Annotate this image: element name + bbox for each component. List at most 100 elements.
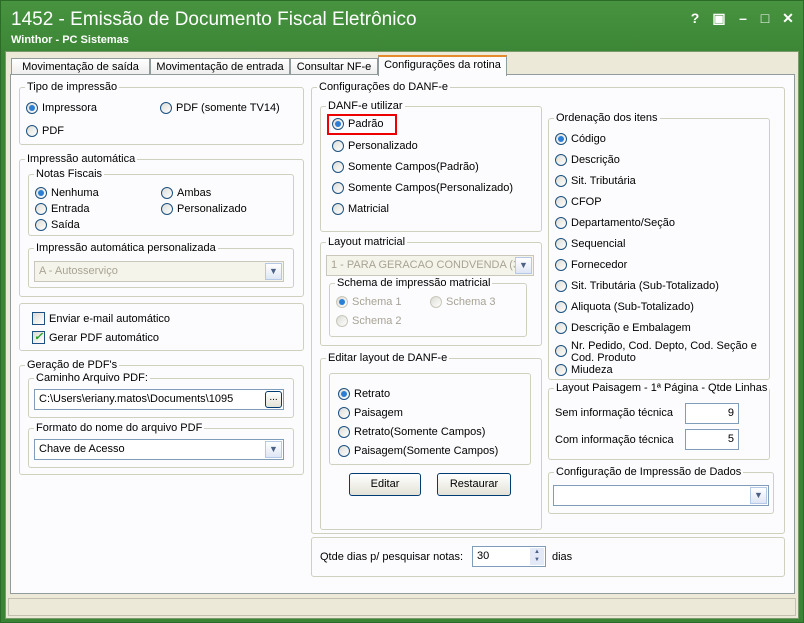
radio-ord-aliquota-subtotal[interactable]: Aliquota (Sub-Totalizado) (555, 301, 694, 313)
radio-padrao[interactable]: Padrão (332, 118, 383, 130)
radio-off-icon (332, 182, 344, 194)
radio-label: Código (571, 133, 606, 145)
radio-off-icon (555, 196, 567, 208)
radio-ord-fornecedor[interactable]: Fornecedor (555, 259, 627, 271)
radio-ord-nr-pedido[interactable]: Nr. Pedido, Cod. Depto, Cod. Seção e Cod.… (555, 340, 757, 364)
sem-info-input[interactable]: 9 (685, 403, 739, 424)
radio-off-icon (332, 161, 344, 173)
radio-off-icon (160, 102, 172, 114)
help-button[interactable]: ? (686, 9, 704, 27)
radio-paisagem[interactable]: Paisagem (338, 407, 403, 419)
radio-label: Personalizado (348, 140, 418, 152)
checkbox-empty-icon (32, 312, 45, 325)
impressao-automatica-group: Impressão automática Notas Fiscais Nenhu… (19, 153, 304, 297)
group-title: Caminho Arquivo PDF: (34, 372, 150, 384)
radio-ord-sit-tributaria[interactable]: Sit. Tributária (555, 175, 636, 187)
radio-ord-descricao[interactable]: Descrição (555, 154, 620, 166)
radio-label: Sit. Tributária (571, 175, 636, 187)
radio-retrato-campos[interactable]: Retrato(Somente Campos) (338, 426, 485, 438)
radio-label: Matricial (348, 203, 389, 215)
email-pdf-options-group: Enviar e-mail automático ✓ Gerar PDF auto… (19, 303, 304, 351)
group-title: Schema de impressão matricial (335, 277, 493, 289)
radio-label: CFOP (571, 196, 602, 208)
radio-on-icon (336, 296, 348, 308)
tab-panel: Tipo de impressão Impressora PDF (soment… (10, 74, 795, 594)
check-label: Gerar PDF automático (49, 331, 160, 344)
radio-label: Nenhuma (51, 187, 99, 199)
notas-fiscais-group: Notas Fiscais Nenhuma Ambas Entrada Pers… (28, 168, 294, 236)
tab-configuracoes-rotina[interactable]: Configurações da rotina (378, 55, 507, 76)
radio-off-icon (555, 154, 567, 166)
maximize-button[interactable]: □ (756, 9, 774, 27)
radio-schema1[interactable]: Schema 1 (336, 296, 402, 308)
radio-label: Schema 2 (352, 315, 402, 327)
check-gerar-pdf[interactable]: ✓ Gerar PDF automático (32, 331, 159, 344)
restaurar-button[interactable]: Restaurar (437, 473, 511, 496)
radio-nenhuma[interactable]: Nenhuma (35, 187, 99, 199)
qtde-dias-input[interactable]: 30 ▲ ▼ (472, 546, 546, 567)
radio-label: Personalizado (177, 203, 247, 215)
radio-ord-sit-trib-subtotal[interactable]: Sit. Tributária (Sub-Totalizado) (555, 280, 719, 292)
radio-label-line2: Cod. Produto (571, 352, 636, 364)
window-title: 1452 - Emissão de Documento Fiscal Eletr… (11, 9, 417, 30)
radio-label: Schema 1 (352, 296, 402, 308)
radio-personalizado[interactable]: Personalizado (332, 140, 418, 152)
layout-matricial-combo[interactable]: 1 - PARA GERACAO CONDVENDA (3) ▼ (326, 255, 534, 276)
radio-personalizado-nf[interactable]: Personalizado (161, 203, 247, 215)
restore-icon-button[interactable]: ▣ (710, 9, 728, 27)
browse-button[interactable]: ... (265, 391, 282, 408)
config-impressao-combo[interactable]: ▼ (553, 485, 769, 506)
radio-ord-miudeza[interactable]: Miudeza (555, 364, 613, 376)
radio-ord-cfop[interactable]: CFOP (555, 196, 602, 208)
radio-ord-departamento[interactable]: Departamento/Seção (555, 217, 675, 229)
spinner-icon[interactable]: ▲ ▼ (530, 548, 544, 565)
tipo-impressao-group: Tipo de impressão Impressora PDF (soment… (19, 81, 304, 145)
radio-ord-sequencial[interactable]: Sequencial (555, 238, 625, 250)
impressao-personalizada-combo[interactable]: A - Autosserviço ▼ (34, 261, 284, 282)
radio-matricial[interactable]: Matricial (332, 203, 389, 215)
radio-on-icon (555, 133, 567, 145)
radio-ord-codigo[interactable]: Código (555, 133, 606, 145)
radio-retrato[interactable]: Retrato (338, 388, 390, 400)
radio-pdf-tv14[interactable]: PDF (somente TV14) (160, 102, 280, 114)
check-enviar-email[interactable]: Enviar e-mail automático (32, 312, 170, 325)
radio-off-icon (338, 445, 350, 457)
window-subtitle: Winthor - PC Sistemas (11, 34, 129, 46)
radio-pdf[interactable]: PDF (26, 125, 64, 137)
group-title: Notas Fiscais (34, 168, 105, 180)
radio-off-icon (26, 125, 38, 137)
editar-button[interactable]: Editar (349, 473, 421, 496)
radio-label: Padrão (348, 118, 384, 130)
radio-ord-descricao-embalagem[interactable]: Descrição e Embalagem (555, 322, 691, 334)
qtde-dias-unit: dias (552, 551, 573, 563)
radio-off-icon (555, 345, 567, 357)
minimize-button[interactable]: – (734, 9, 752, 27)
radio-impressora[interactable]: Impressora (26, 102, 97, 114)
radio-campos-personalizado[interactable]: Somente Campos(Personalizado) (332, 182, 513, 194)
radio-saida[interactable]: Saída (35, 219, 80, 231)
radio-label: Fornecedor (571, 259, 628, 271)
close-button[interactable]: ✕ (779, 9, 797, 27)
radio-entrada[interactable]: Entrada (35, 203, 90, 215)
radio-off-icon (555, 259, 567, 271)
com-info-label: Com informação técnica (555, 434, 674, 446)
chevron-down-icon: ▼ (515, 257, 532, 274)
client-area: Movimentação de saída Movimentação de en… (5, 51, 799, 619)
radio-label: Paisagem (354, 407, 403, 419)
radio-schema2[interactable]: Schema 2 (336, 315, 402, 327)
radio-paisagem-campos[interactable]: Paisagem(Somente Campos) (338, 445, 498, 457)
radio-ambas[interactable]: Ambas (161, 187, 211, 199)
radio-label: Schema 3 (446, 296, 496, 308)
group-title: Tipo de impressão (25, 81, 120, 93)
radio-campos-padrao[interactable]: Somente Campos(Padrão) (332, 161, 479, 173)
caminho-pdf-input[interactable]: C:\Users\eriany.matos\Documents\1095... (34, 389, 284, 410)
group-title: Formato do nome do arquivo PDF (34, 422, 205, 434)
radio-schema3[interactable]: Schema 3 (430, 296, 496, 308)
radio-on-icon (338, 388, 350, 400)
impressao-personalizada-group: Impressão automática personalizada A - A… (28, 242, 294, 288)
group-title: Impressão automática (25, 153, 138, 165)
layout-matricial-group: Layout matricial 1 - PARA GERACAO CONDVE… (320, 236, 542, 346)
com-info-input[interactable]: 5 (685, 429, 739, 450)
radio-label: Retrato (354, 388, 391, 400)
formato-nome-combo[interactable]: Chave de Acesso ▼ (34, 439, 284, 460)
